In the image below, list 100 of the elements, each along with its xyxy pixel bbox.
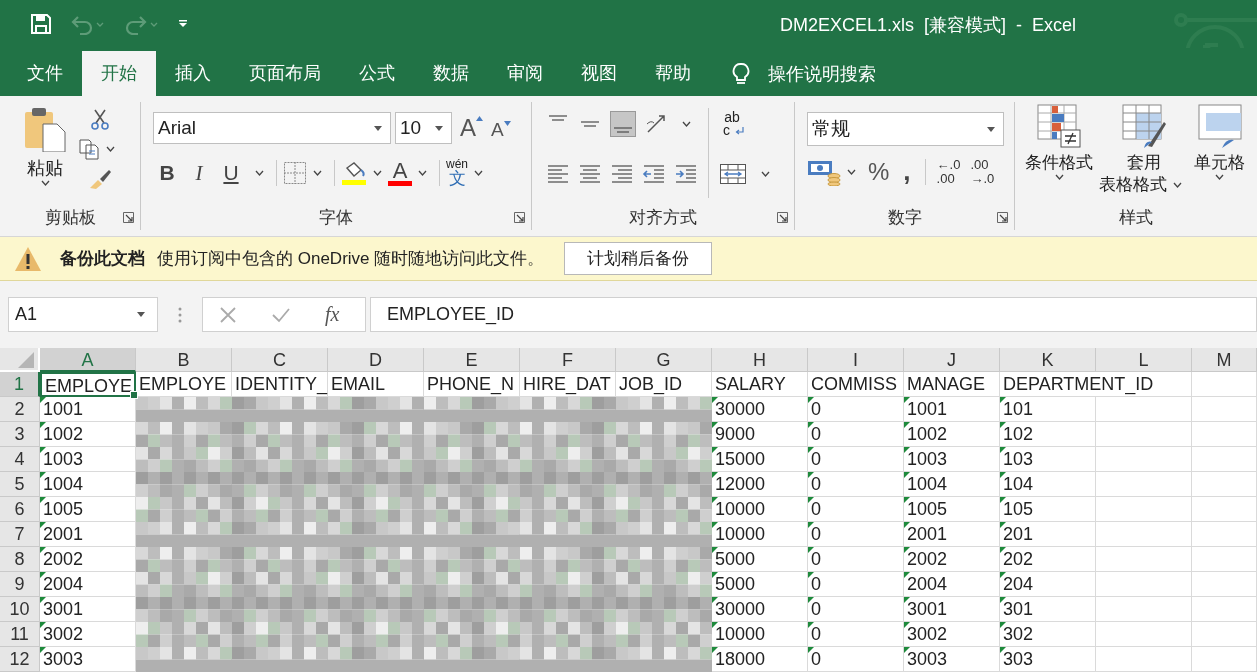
comma-style-button[interactable]: ,	[903, 156, 911, 187]
ribbon-tab[interactable]: 数据	[414, 51, 488, 96]
row-header[interactable]: 8	[0, 547, 40, 572]
ribbon-tab[interactable]: 页面布局	[230, 51, 340, 96]
column-header[interactable]: D	[328, 348, 424, 372]
align-right-icon[interactable]	[610, 162, 634, 186]
align-left-icon[interactable]	[546, 162, 570, 186]
increase-decimal-button[interactable]: ←.0 .00	[936, 157, 961, 186]
caret-icon[interactable]	[682, 121, 691, 127]
caret-icon[interactable]	[1173, 182, 1182, 188]
italic-button[interactable]: I	[185, 160, 213, 186]
column-header[interactable]: M	[1192, 348, 1257, 372]
table-cell: DEPARTMENT_ID	[1000, 372, 1192, 397]
format-as-table-button[interactable]: 套用 表格格式	[1099, 104, 1188, 204]
table-cell: 3001	[904, 597, 1000, 622]
table-cell: 3003	[904, 647, 1000, 672]
row-header[interactable]: 5	[0, 472, 40, 497]
column-header[interactable]: K	[1000, 348, 1096, 372]
column-header[interactable]: B	[136, 348, 232, 372]
ribbon-tab[interactable]: 文件	[8, 51, 82, 96]
ribbon-tab[interactable]: 公式	[340, 51, 414, 96]
column-header[interactable]: H	[712, 348, 808, 372]
caret-icon[interactable]	[255, 170, 264, 176]
caret-icon[interactable]	[435, 125, 443, 131]
percent-style-button[interactable]: %	[868, 157, 890, 186]
increase-indent-icon[interactable]	[674, 162, 698, 186]
wrap-text-button[interactable]: ab c	[719, 111, 745, 137]
caret-icon[interactable]	[474, 170, 483, 176]
column-header[interactable]: I	[808, 348, 904, 372]
decrease-font-size-button[interactable]: A	[491, 119, 511, 141]
ribbon-tab[interactable]: 开始	[82, 51, 156, 96]
column-header[interactable]: A	[40, 348, 136, 372]
column-header[interactable]: J	[904, 348, 1000, 372]
dialog-launcher-icon[interactable]	[777, 212, 788, 223]
group-label: 数字	[887, 206, 922, 229]
caret-icon[interactable]	[847, 168, 856, 175]
caret-icon[interactable]	[1215, 174, 1224, 180]
merge-cells-icon[interactable]	[719, 162, 747, 186]
caret-icon[interactable]	[106, 146, 115, 152]
table-cell: 0	[808, 597, 904, 622]
increase-font-size-button[interactable]: A	[460, 114, 483, 142]
borders-icon[interactable]	[283, 161, 307, 185]
fill-color-icon[interactable]	[341, 160, 367, 186]
row-header[interactable]: 3	[0, 422, 40, 447]
column-header[interactable]: C	[232, 348, 328, 372]
row-header[interactable]: 12	[0, 647, 40, 672]
decrease-indent-icon[interactable]	[642, 162, 666, 186]
caret-icon[interactable]	[418, 170, 427, 176]
caret-icon[interactable]	[374, 125, 382, 131]
customize-menu-icon[interactable]	[178, 19, 188, 29]
font-name-field[interactable]: Arial	[153, 112, 391, 144]
insert-function-button[interactable]: fx	[325, 303, 340, 326]
decrease-decimal-button[interactable]: .00 →.0	[970, 157, 995, 186]
row-header[interactable]: 1	[0, 372, 40, 397]
table-cell: COMMISS	[808, 372, 904, 397]
number-format-field[interactable]: 常规	[807, 112, 1004, 146]
ribbon-tab[interactable]: 审阅	[488, 51, 562, 96]
caret-icon[interactable]	[987, 126, 995, 132]
tell-me-search[interactable]: 操作说明搜索	[732, 51, 876, 96]
caret-icon[interactable]	[313, 170, 322, 176]
row-header[interactable]: 10	[0, 597, 40, 622]
ribbon-tab[interactable]: 插入	[156, 51, 230, 96]
row-header[interactable]: 7	[0, 522, 40, 547]
caret-icon[interactable]	[761, 171, 770, 177]
dialog-launcher-icon[interactable]	[997, 212, 1008, 223]
table-cell: 102	[1000, 422, 1096, 447]
column-header[interactable]: L	[1096, 348, 1192, 372]
caret-icon[interactable]	[137, 312, 145, 317]
underline-button[interactable]: U	[217, 161, 245, 185]
caret-icon[interactable]	[373, 170, 382, 176]
backup-later-button[interactable]: 计划稍后备份	[564, 242, 713, 275]
row-header[interactable]: 2	[0, 397, 40, 422]
table-cell: 0	[808, 547, 904, 572]
name-box[interactable]: A1	[8, 297, 158, 332]
dialog-launcher-icon[interactable]	[123, 212, 134, 223]
cell-styles-button[interactable]: 单元格	[1194, 104, 1245, 204]
conditional-formatting-button[interactable]: 条件格式	[1025, 104, 1093, 204]
save-icon[interactable]	[30, 13, 52, 35]
caret-icon[interactable]	[40, 180, 50, 186]
row-header[interactable]: 9	[0, 572, 40, 597]
row-header[interactable]: 11	[0, 622, 40, 647]
fill-handle[interactable]	[130, 391, 138, 399]
column-header[interactable]: F	[520, 348, 616, 372]
align-center-icon[interactable]	[578, 162, 602, 186]
column-header[interactable]: G	[616, 348, 712, 372]
phonetic-guide-button[interactable]: wén 文	[446, 158, 468, 188]
copy-icon[interactable]	[78, 138, 100, 160]
paste-button[interactable]: 粘贴	[22, 106, 68, 204]
formula-field[interactable]: EMPLOYEE_ID	[370, 297, 1257, 332]
dialog-launcher-icon[interactable]	[514, 212, 525, 223]
column-header[interactable]: E	[424, 348, 520, 372]
row-header[interactable]: 4	[0, 447, 40, 472]
bold-button[interactable]: B	[153, 161, 181, 185]
ribbon-tab[interactable]: 视图	[562, 51, 636, 96]
font-color-button[interactable]: A	[388, 160, 412, 186]
font-size-field[interactable]: 10	[395, 112, 452, 144]
row-header[interactable]: 6	[0, 497, 40, 522]
table-cell: 204	[1000, 572, 1096, 597]
caret-icon[interactable]	[1054, 174, 1064, 180]
ribbon-tab[interactable]: 帮助	[636, 51, 710, 96]
